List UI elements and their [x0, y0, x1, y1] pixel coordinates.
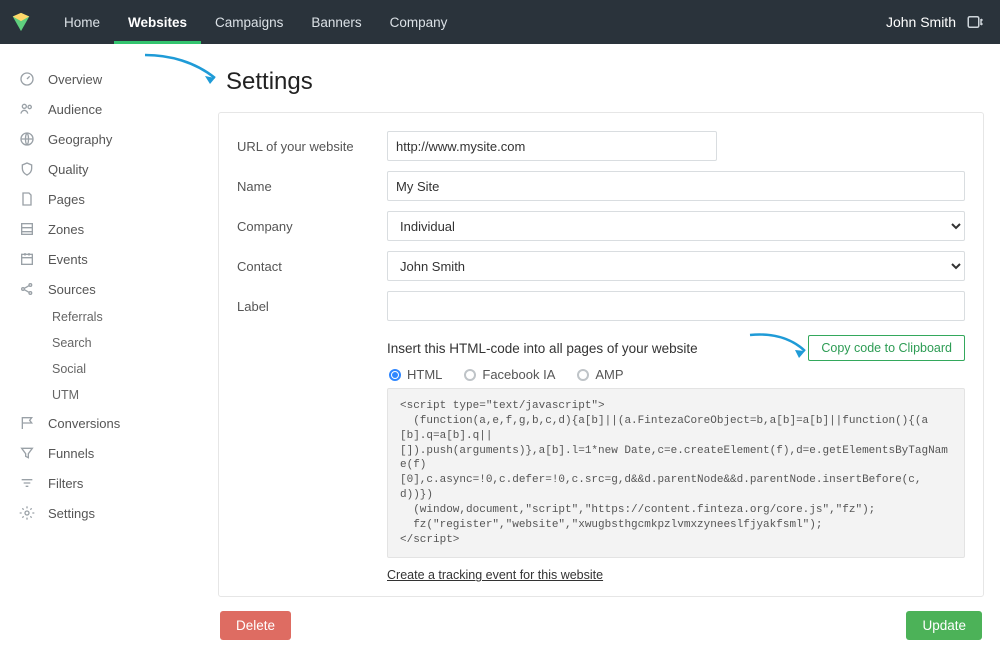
sidebar-item-filters[interactable]: Filters — [0, 468, 210, 498]
sidebar-label: Sources — [48, 282, 96, 297]
code-tab-label: AMP — [595, 367, 623, 382]
people-icon — [18, 100, 36, 118]
sidebar-item-events[interactable]: Events — [0, 244, 210, 274]
label-label: Label — [237, 299, 387, 314]
code-header: Insert this HTML-code into all pages of … — [387, 341, 698, 356]
code-tab-html[interactable]: HTML — [389, 367, 442, 382]
nav-campaigns[interactable]: Campaigns — [201, 0, 297, 44]
sidebar-label: UTM — [52, 388, 79, 402]
user-menu[interactable]: John Smith — [886, 13, 984, 31]
update-button[interactable]: Update — [906, 611, 982, 640]
shield-icon — [18, 160, 36, 178]
sidebar-item-funnels[interactable]: Funnels — [0, 438, 210, 468]
radio-dot-icon — [389, 369, 401, 381]
sidebar-label: Overview — [48, 72, 102, 87]
globe-icon — [18, 130, 36, 148]
copy-code-button[interactable]: Copy code to Clipboard — [808, 335, 965, 361]
radio-dot-icon — [464, 369, 476, 381]
sidebar-label: Zones — [48, 222, 84, 237]
nav-websites[interactable]: Websites — [114, 0, 201, 44]
flag-icon — [18, 414, 36, 432]
code-tab-amp[interactable]: AMP — [577, 367, 623, 382]
sidebar-item-referrals[interactable]: Referrals — [0, 304, 210, 330]
sidebar-item-search[interactable]: Search — [0, 330, 210, 356]
sidebar-label: Referrals — [52, 310, 103, 324]
user-name-label: John Smith — [886, 14, 956, 30]
gauge-icon — [18, 70, 36, 88]
page-title: Settings — [226, 68, 984, 96]
sidebar-label: Geography — [48, 132, 112, 147]
sidebar-item-social[interactable]: Social — [0, 356, 210, 382]
share-icon — [18, 280, 36, 298]
company-label: Company — [237, 219, 387, 234]
sidebar-item-conversions[interactable]: Conversions — [0, 408, 210, 438]
sidebar-label: Search — [52, 336, 92, 350]
label-input[interactable] — [387, 291, 965, 321]
top-nav: Home Websites Campaigns Banners Company — [50, 0, 461, 44]
radio-dot-icon — [577, 369, 589, 381]
sidebar-item-utm[interactable]: UTM — [0, 382, 210, 408]
contact-select[interactable]: John Smith — [387, 251, 965, 281]
name-label: Name — [237, 179, 387, 194]
sidebar-label: Filters — [48, 476, 83, 491]
grid-icon — [18, 220, 36, 238]
sidebar-label: Pages — [48, 192, 85, 207]
sidebar-label: Social — [52, 362, 86, 376]
nav-banners[interactable]: Banners — [297, 0, 375, 44]
form-actions: Delete Update — [218, 611, 984, 640]
url-input[interactable] — [387, 131, 717, 161]
contact-label: Contact — [237, 259, 387, 274]
calendar-icon — [18, 250, 36, 268]
sidebar-label: Settings — [48, 506, 95, 521]
sidebar-item-geography[interactable]: Geography — [0, 124, 210, 154]
tracking-code-box[interactable]: <script type="text/javascript"> (functio… — [387, 388, 965, 558]
sidebar-label: Audience — [48, 102, 102, 117]
user-menu-icon — [966, 13, 984, 31]
sidebar-label: Conversions — [48, 416, 120, 431]
create-tracking-event-link[interactable]: Create a tracking event for this website — [387, 568, 603, 582]
code-tab-label: Facebook IA — [482, 367, 555, 382]
code-tab-label: HTML — [407, 367, 442, 382]
sidebar-item-sources[interactable]: Sources — [0, 274, 210, 304]
page-icon — [18, 190, 36, 208]
filter-icon — [18, 474, 36, 492]
app-logo — [10, 11, 32, 33]
sidebar-item-pages[interactable]: Pages — [0, 184, 210, 214]
sidebar-item-audience[interactable]: Audience — [0, 94, 210, 124]
settings-card: URL of your website Name Company Individ… — [218, 112, 984, 597]
sidebar-item-overview[interactable]: Overview — [0, 64, 210, 94]
sidebar-label: Events — [48, 252, 88, 267]
sidebar-item-zones[interactable]: Zones — [0, 214, 210, 244]
code-format-tabs: HTML Facebook IA AMP — [387, 367, 965, 382]
topbar: Home Websites Campaigns Banners Company … — [0, 0, 1000, 44]
nav-company[interactable]: Company — [376, 0, 462, 44]
nav-home[interactable]: Home — [50, 0, 114, 44]
sidebar-label: Quality — [48, 162, 88, 177]
name-input[interactable] — [387, 171, 965, 201]
content-area: Settings URL of your website Name Compan… — [210, 44, 1000, 670]
gear-icon — [18, 504, 36, 522]
url-label: URL of your website — [237, 139, 387, 154]
sidebar-item-settings[interactable]: Settings — [0, 498, 210, 528]
sidebar-item-quality[interactable]: Quality — [0, 154, 210, 184]
sidebar: Overview Audience Geography Quality Page… — [0, 44, 210, 670]
code-tab-facebook-ia[interactable]: Facebook IA — [464, 367, 555, 382]
company-select[interactable]: Individual — [387, 211, 965, 241]
sidebar-label: Funnels — [48, 446, 94, 461]
funnel-icon — [18, 444, 36, 462]
delete-button[interactable]: Delete — [220, 611, 291, 640]
